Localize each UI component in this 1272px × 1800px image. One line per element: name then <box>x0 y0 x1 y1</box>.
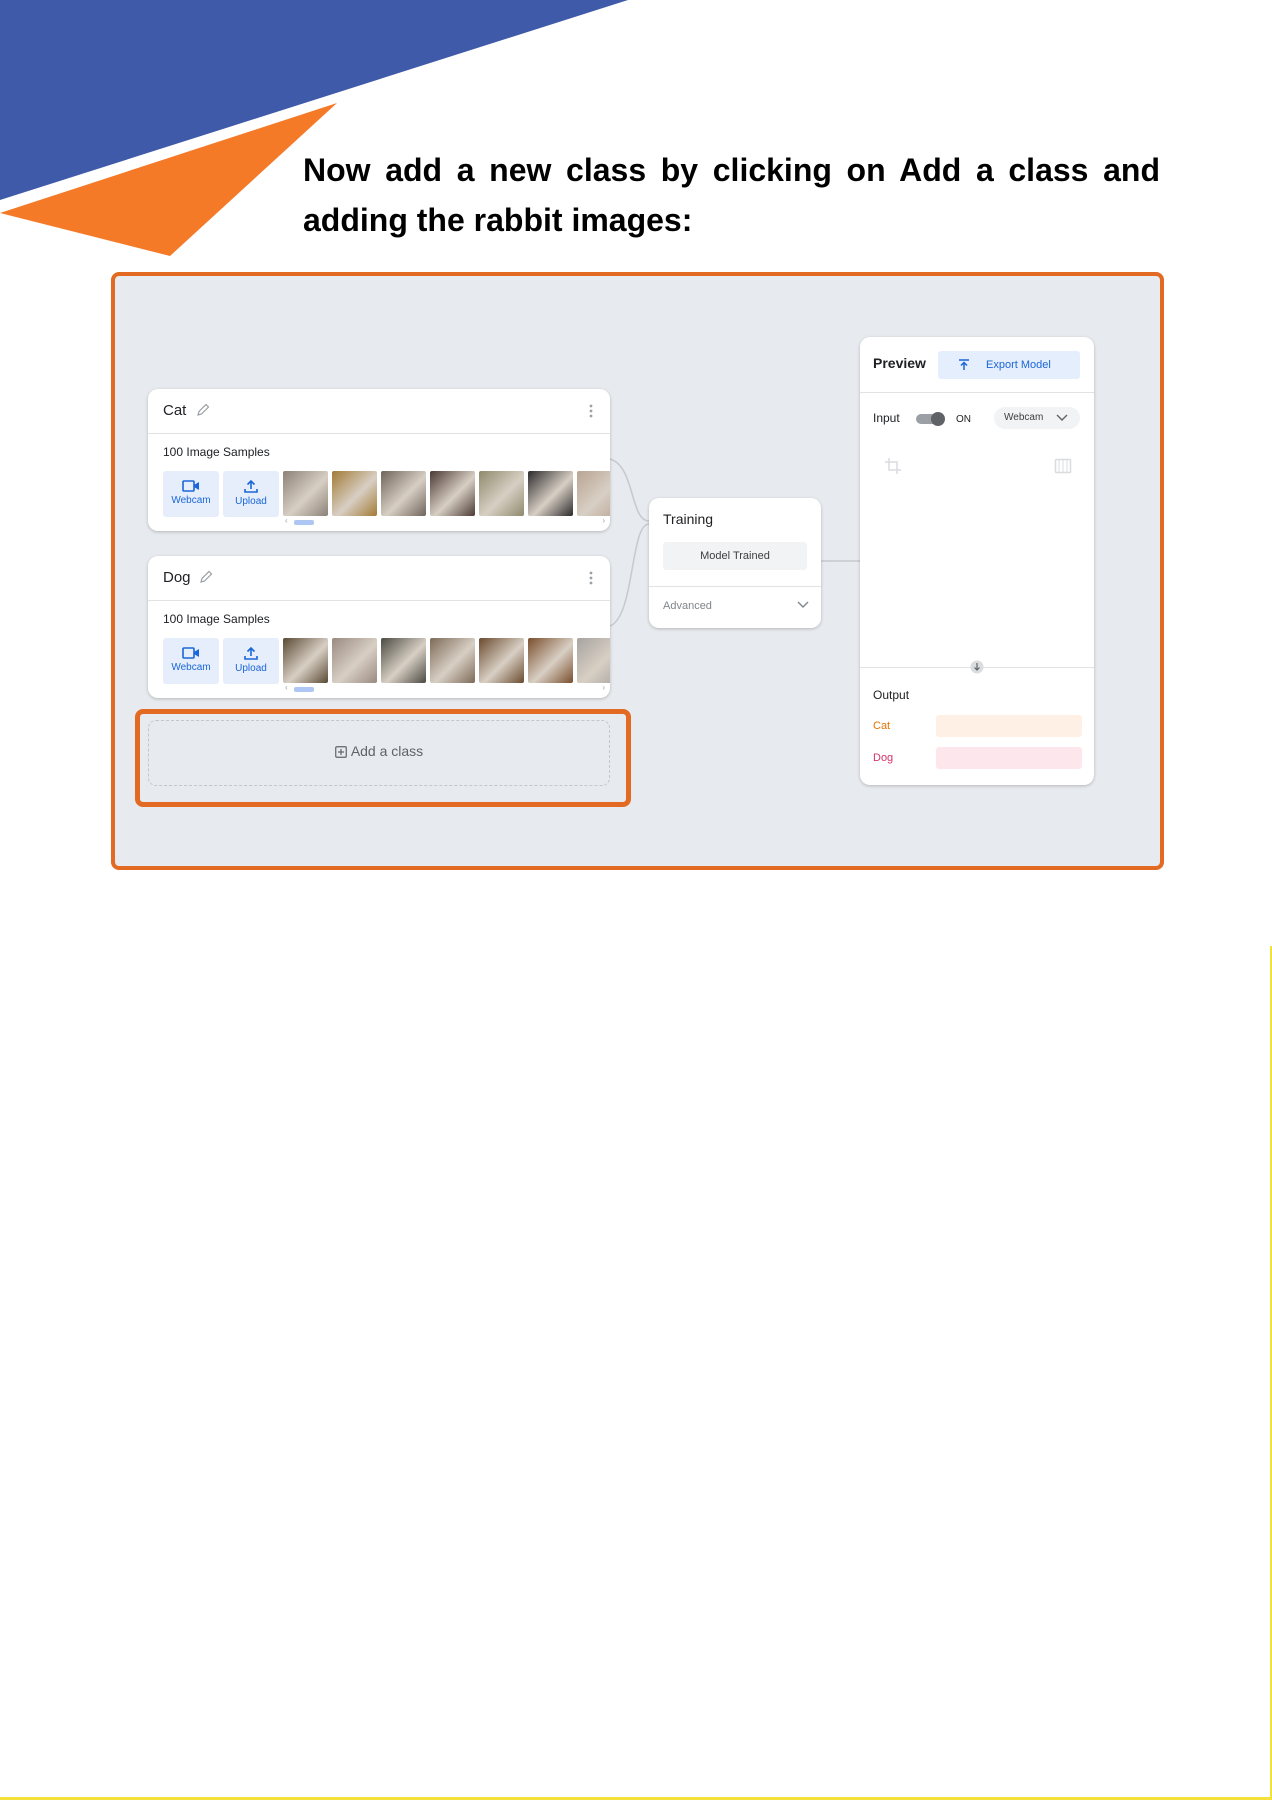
output-label: Output <box>873 688 910 702</box>
training-card: Training Model Trained Advanced <box>649 498 821 628</box>
export-icon <box>959 359 969 370</box>
pencil-icon[interactable] <box>195 402 211 418</box>
upload-button-label: Upload <box>235 496 267 507</box>
scroll-thumb[interactable] <box>294 687 314 692</box>
scroll-left-icon[interactable]: ‹ <box>285 516 288 525</box>
sample-thumbnail[interactable] <box>381 471 426 516</box>
thumbnail-scrollbar[interactable]: ‹ › <box>285 683 605 692</box>
class-name[interactable]: Cat <box>163 402 186 419</box>
train-model-button[interactable]: Model Trained <box>663 542 807 570</box>
training-title: Training <box>663 511 714 527</box>
divider <box>860 392 1094 393</box>
sample-count: 100 Image Samples <box>163 612 270 626</box>
webcam-button-label: Webcam <box>171 662 211 673</box>
class-card-dog: Dog 100 Image Samples Webcam Upload ‹ › <box>148 556 610 698</box>
thumbnail-scrollbar[interactable]: ‹ › <box>285 516 605 525</box>
arrow-down-circle-icon[interactable] <box>970 660 984 674</box>
sample-thumbnail[interactable] <box>479 471 524 516</box>
crop-icon[interactable] <box>884 457 902 475</box>
instruction-text: Now add a new class by clicking on Add a… <box>303 152 1160 238</box>
export-model-label: Export Model <box>986 359 1051 371</box>
chevron-down-icon <box>1056 414 1068 421</box>
class-card-header: Cat <box>148 389 610 434</box>
class-card-header: Dog <box>148 556 610 601</box>
sample-thumbnail[interactable] <box>479 638 524 683</box>
output-confidence-bar <box>936 747 1082 769</box>
chevron-down-icon[interactable] <box>797 601 809 609</box>
upload-icon <box>244 480 258 493</box>
sample-thumbnail[interactable] <box>577 471 610 516</box>
preview-card: Preview Export Model Input ON Webcam Out… <box>860 337 1094 785</box>
videocam-icon <box>182 647 199 659</box>
upload-icon <box>244 647 258 660</box>
more-vert-icon[interactable] <box>588 570 594 586</box>
scroll-right-icon[interactable]: › <box>602 683 605 692</box>
webcam-button[interactable]: Webcam <box>163 638 219 684</box>
scroll-thumb[interactable] <box>294 520 314 525</box>
sample-thumbnail[interactable] <box>528 471 573 516</box>
input-toggle[interactable] <box>916 412 945 426</box>
upload-button[interactable]: Upload <box>223 471 279 517</box>
highlight-box <box>135 709 631 807</box>
sample-thumbnail[interactable] <box>283 638 328 683</box>
webcam-button-label: Webcam <box>171 495 211 506</box>
advanced-toggle[interactable]: Advanced <box>663 600 712 612</box>
toggle-knob <box>931 412 945 426</box>
class-name[interactable]: Dog <box>163 569 191 586</box>
webcam-button[interactable]: Webcam <box>163 471 219 517</box>
sample-thumbnail[interactable] <box>430 638 475 683</box>
upload-button[interactable]: Upload <box>223 638 279 684</box>
upload-button-label: Upload <box>235 663 267 674</box>
videocam-icon <box>182 480 199 492</box>
toggle-state: ON <box>956 414 971 425</box>
teachable-machine-screenshot: Cat 100 Image Samples Webcam Upload ‹ › <box>111 272 1164 870</box>
class-card-cat: Cat 100 Image Samples Webcam Upload ‹ › <box>148 389 610 531</box>
input-label: Input <box>873 411 900 425</box>
input-source-select[interactable]: Webcam <box>994 407 1080 429</box>
divider <box>649 586 821 587</box>
sample-thumbnail[interactable] <box>528 638 573 683</box>
output-confidence-bar <box>936 715 1082 737</box>
flip-icon[interactable] <box>1054 457 1072 475</box>
export-model-button[interactable]: Export Model <box>938 351 1080 379</box>
pencil-icon[interactable] <box>198 569 214 585</box>
more-vert-icon[interactable] <box>588 403 594 419</box>
sample-thumbnail[interactable] <box>430 471 475 516</box>
preview-title: Preview <box>873 355 926 371</box>
sample-thumbnail[interactable] <box>577 638 610 683</box>
input-source-value: Webcam <box>1004 412 1044 423</box>
sample-thumbnails <box>283 471 610 516</box>
sample-thumbnail[interactable] <box>381 638 426 683</box>
sample-thumbnail[interactable] <box>332 471 377 516</box>
sample-thumbnails <box>283 638 610 683</box>
sample-thumbnail[interactable] <box>283 471 328 516</box>
sample-count: 100 Image Samples <box>163 445 270 459</box>
scroll-left-icon[interactable]: ‹ <box>285 683 288 692</box>
sample-thumbnail[interactable] <box>332 638 377 683</box>
output-class-label: Cat <box>873 720 891 732</box>
scroll-right-icon[interactable]: › <box>602 516 605 525</box>
output-class-label: Dog <box>873 752 894 764</box>
